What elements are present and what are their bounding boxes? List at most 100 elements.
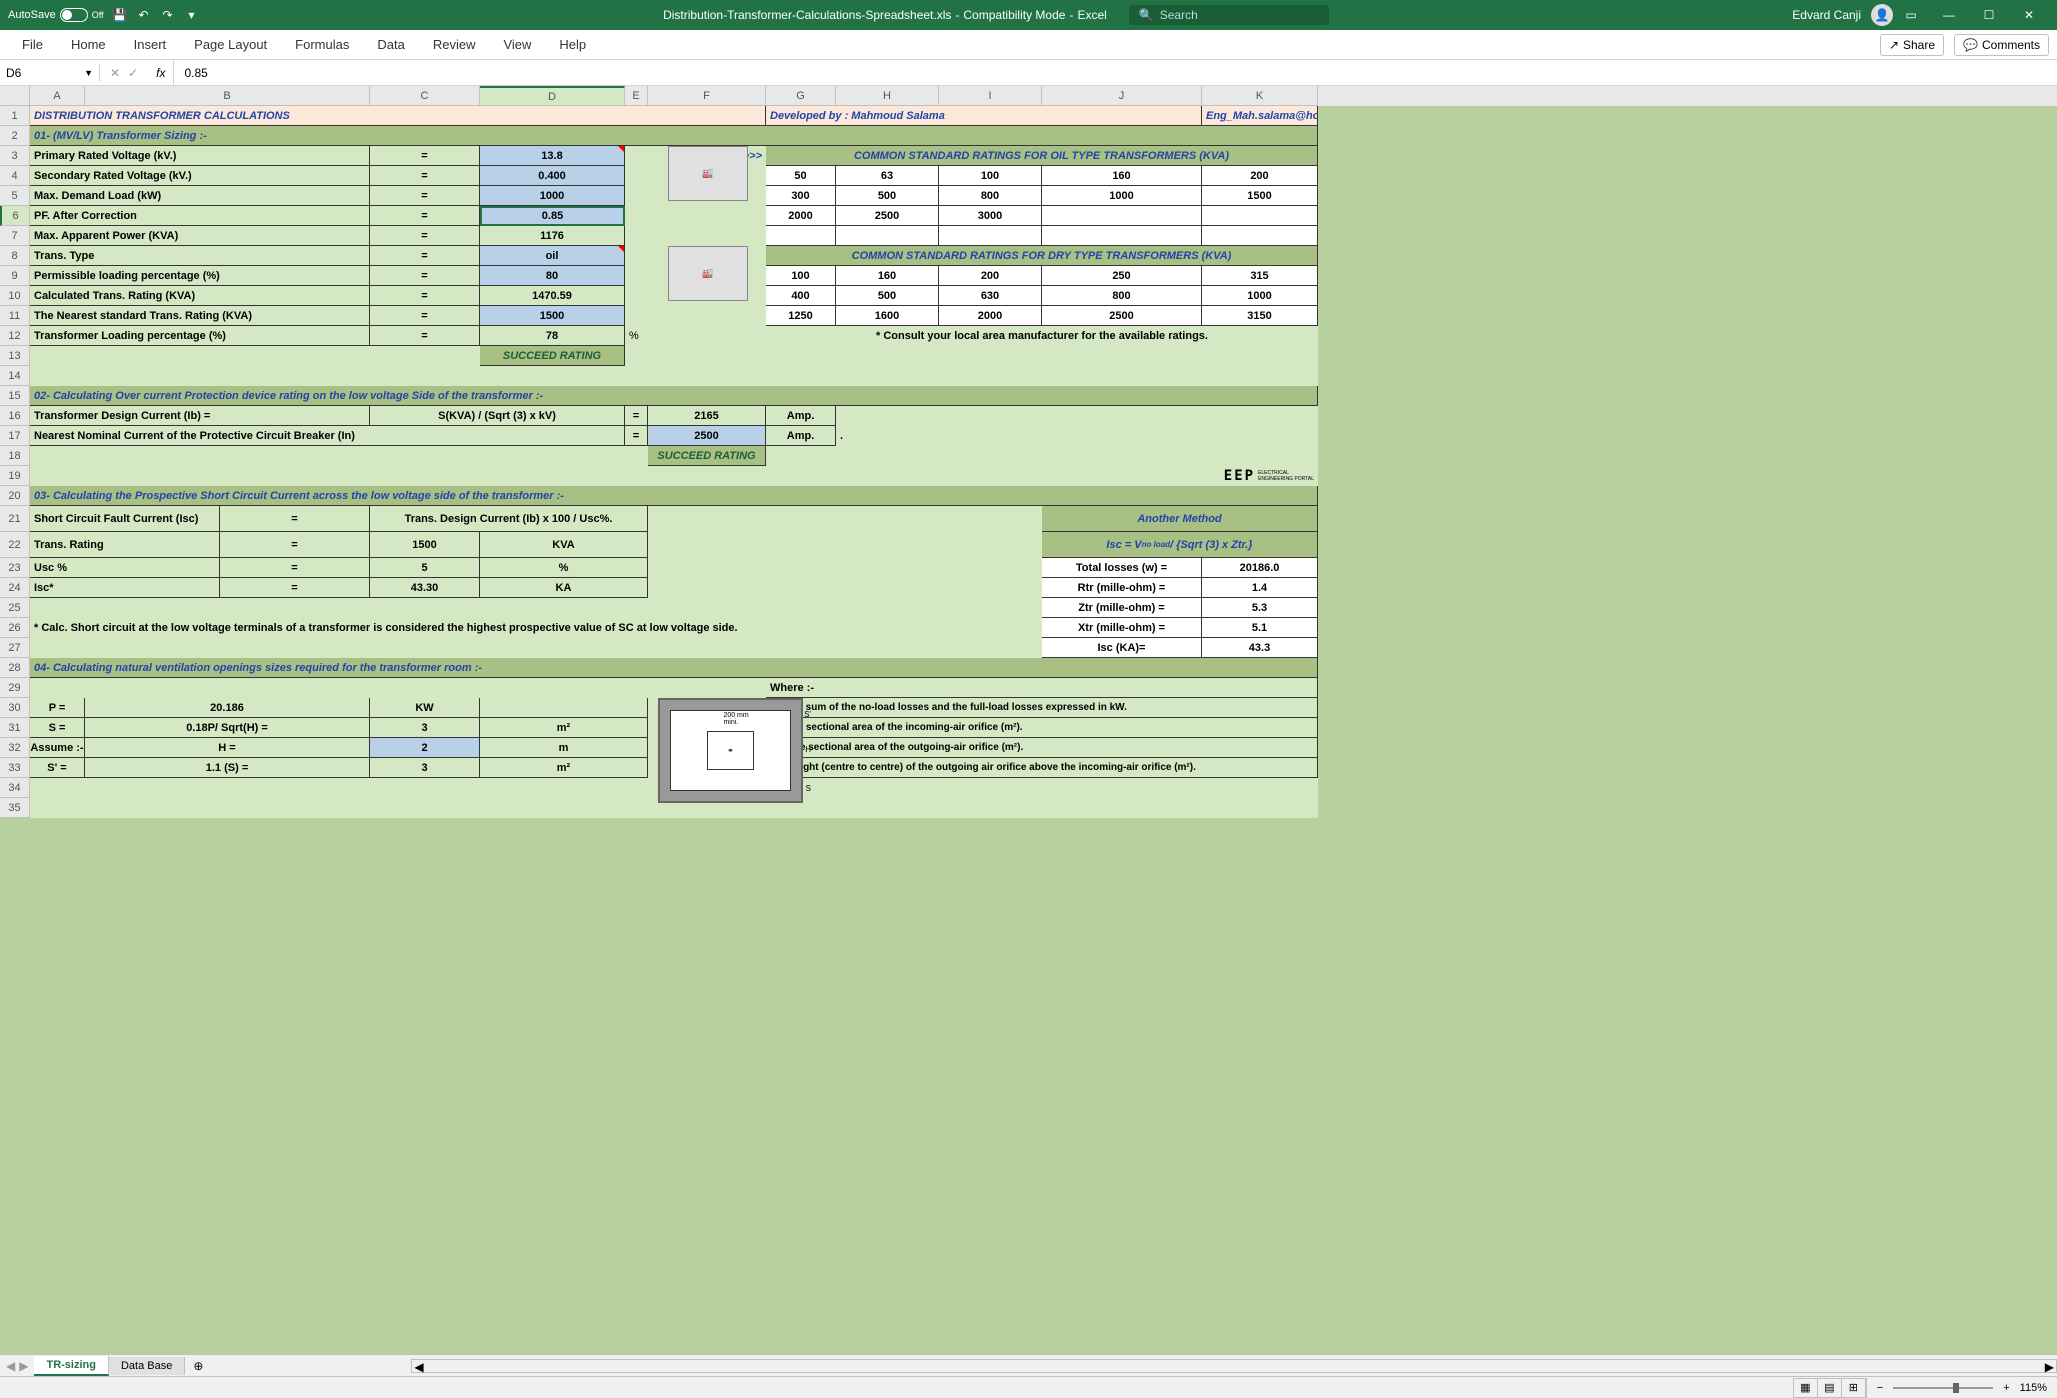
cell[interactable]: . [836, 426, 1318, 446]
comments-button[interactable]: 💬Comments [1954, 34, 2049, 56]
cell[interactable]: = [370, 186, 480, 206]
redo-icon[interactable]: ↷ [160, 7, 176, 23]
tab-data-base[interactable]: Data Base [109, 1357, 185, 1375]
cell[interactable]: 03- Calculating the Prospective Short Ci… [30, 486, 1318, 506]
formula-input[interactable]: 0.85 [174, 64, 217, 82]
cell[interactable]: 315 [1202, 266, 1318, 286]
cell[interactable]: Trans. Rating [30, 532, 220, 558]
cell[interactable]: Primary Rated Voltage (kV.) [30, 146, 370, 166]
cell[interactable] [648, 326, 766, 346]
cell[interactable]: % [625, 326, 648, 346]
cell[interactable]: Isc = Vno load / {Sqrt (3) x Ztr.} [1042, 532, 1318, 558]
cell[interactable]: 13.8 [480, 146, 625, 166]
cancel-icon[interactable]: ✕ [110, 66, 120, 80]
cell[interactable] [30, 446, 648, 466]
cell[interactable] [648, 506, 1042, 532]
cell[interactable] [648, 206, 766, 226]
cell[interactable]: = [370, 206, 480, 226]
row-header-26[interactable]: 26 [0, 618, 30, 638]
menu-data[interactable]: Data [363, 33, 418, 56]
sheet[interactable]: 1234567891011121314151617181920212223242… [0, 86, 2057, 1354]
cell[interactable]: PF. After Correction [30, 206, 370, 226]
cell[interactable]: Calculated Trans. Rating (KVA) [30, 286, 370, 306]
cell[interactable]: 3 [370, 758, 480, 778]
row-header-9[interactable]: 9 [0, 266, 30, 286]
ribbon-display-icon[interactable]: ▭ [1903, 7, 1919, 23]
enter-icon[interactable]: ✓ [128, 66, 138, 80]
chevron-down-icon[interactable]: ▼ [84, 68, 93, 78]
row-header-29[interactable]: 29 [0, 678, 30, 698]
cell[interactable]: SUCCEED RATING [648, 446, 766, 466]
cell[interactable]: Eng_Mah.salama@hotmail.com [1202, 106, 1318, 126]
menu-page-layout[interactable]: Page Layout [180, 33, 281, 56]
row-header-23[interactable]: 23 [0, 558, 30, 578]
cell[interactable]: 630 [939, 286, 1042, 306]
row-header-11[interactable]: 11 [0, 306, 30, 326]
cell[interactable] [625, 166, 648, 186]
cell[interactable]: % [480, 558, 648, 578]
cell[interactable] [648, 532, 1042, 558]
col-header-A[interactable]: A [30, 86, 85, 106]
fx-label[interactable]: fx [148, 60, 174, 85]
maximize-button[interactable]: ☐ [1969, 1, 2009, 29]
col-header-E[interactable]: E [625, 86, 648, 106]
cell[interactable]: 01- (MV/LV) Transformer Sizing :- [30, 126, 1318, 146]
cell[interactable]: 80 [480, 266, 625, 286]
cell[interactable]: 63 [836, 166, 939, 186]
cell[interactable]: 200 [939, 266, 1042, 286]
cell[interactable]: SUCCEED RATING [480, 346, 625, 366]
row-header-17[interactable]: 17 [0, 426, 30, 446]
row-header-16[interactable]: 16 [0, 406, 30, 426]
name-box[interactable]: D6 ▼ [0, 64, 100, 82]
cell[interactable]: 20186.0 [1202, 558, 1318, 578]
cell[interactable]: 2000 [939, 306, 1042, 326]
cell[interactable] [766, 226, 836, 246]
row-header-6[interactable]: 6 [0, 206, 30, 226]
cell[interactable] [30, 678, 766, 698]
col-header-H[interactable]: H [836, 86, 939, 106]
cell[interactable] [1042, 226, 1202, 246]
menu-review[interactable]: Review [419, 33, 490, 56]
autosave-toggle[interactable]: AutoSave Off [8, 8, 104, 22]
cell[interactable] [939, 226, 1042, 246]
col-header-I[interactable]: I [939, 86, 1042, 106]
cell[interactable]: 5.3 [1202, 598, 1318, 618]
cell[interactable]: 500 [836, 286, 939, 306]
cell[interactable]: 0.18P/ Sqrt(H) = [85, 718, 370, 738]
row-header-14[interactable]: 14 [0, 366, 30, 386]
cell[interactable]: 43.30 [370, 578, 480, 598]
cell[interactable] [766, 446, 1318, 466]
cell[interactable]: Xtr (mille-ohm) = [1042, 618, 1202, 638]
cell[interactable]: 800 [1042, 286, 1202, 306]
close-button[interactable]: ✕ [2009, 1, 2049, 29]
cell[interactable]: = [220, 532, 370, 558]
avatar[interactable]: 👤 [1871, 4, 1893, 26]
menu-help[interactable]: Help [545, 33, 600, 56]
page-break-view-button[interactable]: ⊞ [1842, 1379, 1866, 1397]
col-headers[interactable]: ABCDEFGHIJK [30, 86, 2057, 106]
cell[interactable]: 43.3 [1202, 638, 1318, 658]
cell[interactable]: = [220, 578, 370, 598]
zoom-level[interactable]: 115% [2020, 1382, 2047, 1394]
undo-icon[interactable]: ↶ [136, 7, 152, 23]
row-headers[interactable]: 1234567891011121314151617181920212223242… [0, 106, 30, 818]
cell[interactable]: 2000 [766, 206, 836, 226]
cell[interactable] [30, 638, 1042, 658]
col-header-F[interactable]: F [648, 86, 766, 106]
search-box[interactable]: 🔍 Search [1129, 5, 1329, 25]
cell[interactable]: H = height (centre to centre) of the out… [766, 758, 1318, 778]
row-header-4[interactable]: 4 [0, 166, 30, 186]
cell[interactable] [648, 306, 766, 326]
cell[interactable]: 800 [939, 186, 1042, 206]
cell[interactable]: 300 [766, 186, 836, 206]
cell[interactable] [836, 406, 1318, 426]
menu-home[interactable]: Home [57, 33, 120, 56]
row-header-5[interactable]: 5 [0, 186, 30, 206]
cell[interactable]: m² [480, 718, 648, 738]
row-header-31[interactable]: 31 [0, 718, 30, 738]
cell[interactable]: Amp. [766, 406, 836, 426]
cell[interactable]: = [370, 306, 480, 326]
cell[interactable]: 3 [370, 718, 480, 738]
cell[interactable]: Rtr (mille-ohm) = [1042, 578, 1202, 598]
cell[interactable]: 1.1 (S) = [85, 758, 370, 778]
